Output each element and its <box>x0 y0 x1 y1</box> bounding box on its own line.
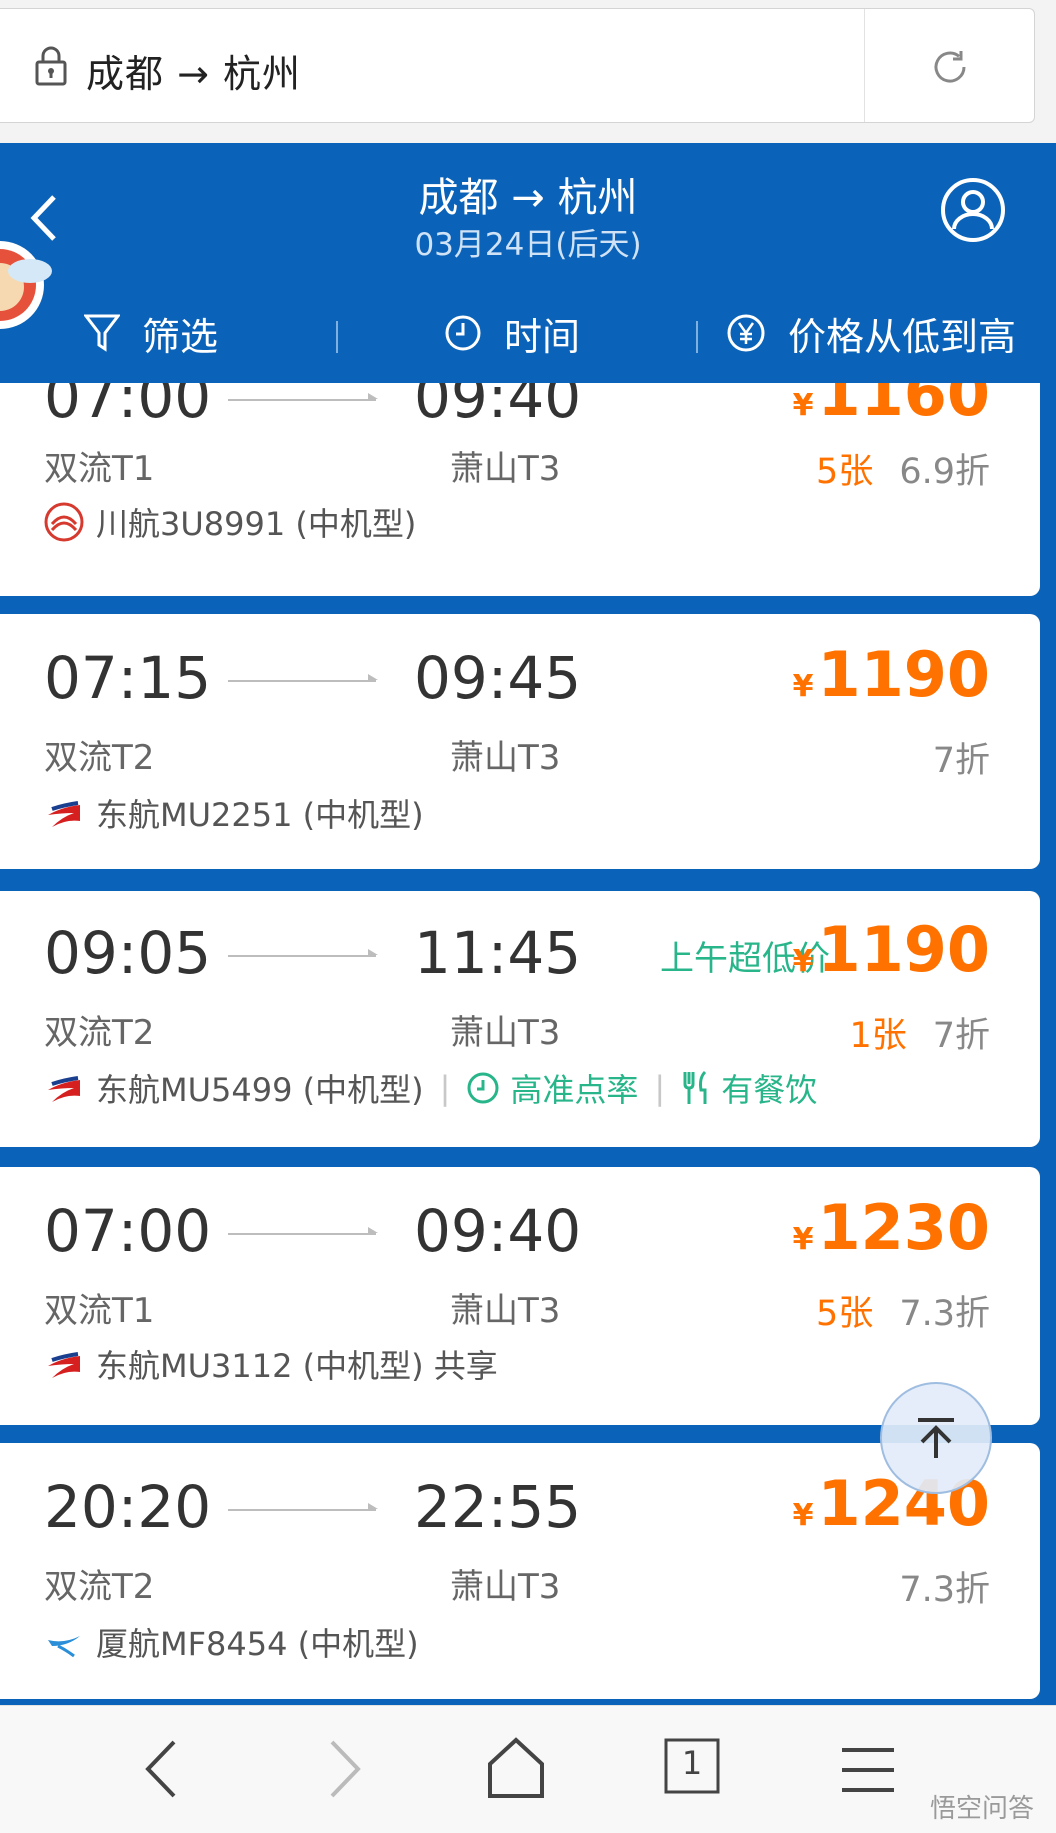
browser-bottom-nav: 1 悟空问答 <box>0 1705 1056 1833</box>
browser-back-icon[interactable] <box>140 1734 184 1808</box>
yen-icon <box>727 314 765 352</box>
header-date: 03月24日(后天) <box>414 227 642 263</box>
price-sort-button[interactable]: 价格从低到高 <box>726 293 1016 373</box>
route-arrow <box>228 674 378 682</box>
route-arrow <box>228 949 378 957</box>
flight-card[interactable]: 09:05 11:45 上午超低价 ¥1190 双流T2 萧山T3 1张 7折 东… <box>0 891 1040 1147</box>
tab-count: 1 <box>681 1744 703 1782</box>
tag-separator: | <box>654 1069 666 1107</box>
address-field[interactable]: 成都 → 杭州 <box>0 8 1035 123</box>
app-header: 成都 → 杭州 03月24日(后天) 筛选 时间 价格从低到高 <box>0 143 1056 383</box>
refresh-icon[interactable] <box>928 45 972 93</box>
departure-terminal: 双流T1 <box>44 1291 155 1331</box>
departure-time: 20:20 <box>44 1473 212 1541</box>
deal-info: 5张 6.9折 <box>816 452 990 492</box>
clock-icon <box>445 315 481 351</box>
arrival-terminal: 萧山T3 <box>450 1291 561 1331</box>
price: ¥1160 <box>792 383 990 430</box>
filter-icon <box>84 314 120 352</box>
airline-info: 东航MU2251 (中机型) <box>44 790 424 836</box>
airline-info: 川航3U8991 (中机型) <box>44 499 416 545</box>
departure-terminal: 双流T2 <box>44 1567 155 1607</box>
china-eastern-logo-icon <box>44 1068 84 1108</box>
menu-icon[interactable] <box>840 1746 896 1800</box>
flight-card[interactable]: 07:15 09:45 ¥1190 双流T2 萧山T3 7折 东航MU2251 … <box>0 614 1040 869</box>
browser-forward-icon[interactable] <box>322 1734 366 1808</box>
china-eastern-logo-icon <box>44 1344 84 1384</box>
punctuality-tag: 高准点率 <box>466 1065 638 1111</box>
arrival-time: 09:40 <box>414 1197 582 1265</box>
address-text: 成都 → 杭州 <box>86 52 301 96</box>
time-sort-label: 时间 <box>504 314 581 359</box>
xiamen-airlines-logo-icon <box>44 1622 84 1662</box>
departure-time: 07:00 <box>44 1197 212 1265</box>
departure-terminal: 双流T2 <box>44 738 155 778</box>
arrival-time: 09:45 <box>414 644 582 712</box>
arrival-time: 09:40 <box>414 383 582 431</box>
scroll-to-top-button[interactable] <box>880 1382 992 1494</box>
price: ¥1190 <box>792 913 990 986</box>
deal-info: 1张 7折 <box>849 1016 990 1056</box>
arrival-terminal: 萧山T3 <box>450 738 561 778</box>
route-arrow <box>228 393 378 401</box>
user-icon[interactable] <box>940 177 1006 247</box>
meal-tag: 有餐饮 <box>681 1065 817 1111</box>
airline-info: 东航MU3112 (中机型) 共享 <box>44 1341 498 1387</box>
flight-card[interactable]: 07:00 09:40 ¥1160 双流T1 萧山T3 5张 6.9折 川航3U8… <box>0 383 1040 596</box>
filter-separator <box>336 321 338 353</box>
arrow-up-icon <box>918 1418 954 1458</box>
filter-label: 筛选 <box>142 314 219 359</box>
arrival-terminal: 萧山T3 <box>450 1013 561 1053</box>
deal-info: 5张 7.3折 <box>816 1294 990 1334</box>
filter-button[interactable]: 筛选 <box>84 293 218 373</box>
route-arrow <box>228 1503 378 1511</box>
clock-icon <box>467 1072 499 1104</box>
browser-address-bar: 成都 → 杭州 <box>0 0 1056 143</box>
route-arrow <box>228 1227 378 1235</box>
time-sort-button[interactable]: 时间 <box>444 293 580 373</box>
arrival-time: 11:45 <box>414 919 582 987</box>
lock-icon <box>34 45 68 91</box>
departure-time: 09:05 <box>44 919 212 987</box>
arrival-time: 22:55 <box>414 1473 582 1541</box>
header-route: 成都 → 杭州 <box>418 175 638 221</box>
price: ¥1190 <box>792 638 990 711</box>
home-icon[interactable] <box>486 1734 546 1808</box>
filter-separator <box>696 321 698 353</box>
departure-time: 07:15 <box>44 644 212 712</box>
price-sort-label: 价格从低到高 <box>788 314 1017 359</box>
departure-terminal: 双流T1 <box>44 449 155 489</box>
deal-info: 7折 <box>932 741 990 781</box>
deal-info: 7.3折 <box>899 1570 990 1610</box>
price: ¥1230 <box>792 1191 990 1264</box>
watermark-text: 悟空问答 <box>929 1794 1034 1824</box>
sichuan-airlines-logo-icon <box>44 502 84 542</box>
address-divider <box>864 9 865 122</box>
tag-separator: | <box>439 1069 451 1107</box>
airline-info: 东航MU5499 (中机型) | 高准点率 | 有餐饮 <box>44 1065 817 1111</box>
airline-info: 厦航MF8454 (中机型) <box>44 1619 419 1665</box>
departure-terminal: 双流T2 <box>44 1013 155 1053</box>
filter-bar: 筛选 时间 价格从低到高 <box>0 293 1056 373</box>
fork-knife-icon <box>683 1070 707 1104</box>
departure-time: 07:00 <box>44 383 212 431</box>
china-eastern-logo-icon <box>44 793 84 833</box>
flight-list: 07:00 09:40 ¥1160 双流T1 萧山T3 5张 6.9折 川航3U8… <box>0 383 1056 1705</box>
arrival-terminal: 萧山T3 <box>450 449 561 489</box>
arrival-terminal: 萧山T3 <box>450 1567 561 1607</box>
tabs-button[interactable]: 1 <box>662 1736 722 1800</box>
